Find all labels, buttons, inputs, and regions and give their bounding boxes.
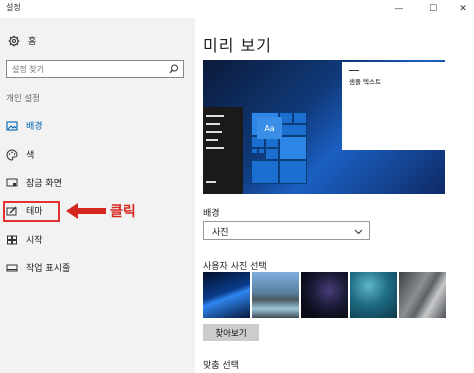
sidebar-item-label: 배경 [26, 122, 43, 132]
sidebar-item-color[interactable]: 색 [6, 148, 34, 161]
title-bar: 설정 — ☐ ✕ [0, 0, 474, 18]
home-label: 홈 [28, 37, 37, 47]
preview-window: 샘플 텍스트 [342, 62, 445, 150]
preview-tile-label: Aa [257, 117, 282, 139]
sidebar-item-label: 작업 표시줄 [26, 264, 71, 274]
sidebar-item-label: 색 [26, 151, 35, 161]
preview-start-menu [203, 107, 243, 194]
desktop-preview: Aa 샘플 텍스트 [203, 60, 445, 194]
photo-select-label: 사용자 사진 선택 [203, 262, 267, 272]
main-content: 미리 보기 Aa 샘플 텍스트 배경 사진 사용자 사진 선택 찾아보기 맞춤 … [195, 18, 474, 373]
image-icon [6, 120, 18, 131]
photo-thumbnail[interactable] [301, 272, 348, 318]
photo-thumbnail[interactable] [350, 272, 397, 318]
close-icon: ✕ [459, 4, 467, 14]
photo-thumbnail[interactable] [203, 272, 250, 318]
minimize-button[interactable]: — [384, 0, 414, 18]
background-label: 배경 [203, 209, 220, 219]
photo-thumbnails [203, 272, 446, 318]
background-dropdown[interactable]: 사진 [203, 221, 370, 240]
browse-button[interactable]: 찾아보기 [203, 324, 259, 341]
lock-screen-icon [6, 178, 18, 186]
minimize-icon: — [394, 4, 404, 14]
page-title: 미리 보기 [203, 36, 272, 55]
chevron-down-icon [354, 229, 363, 235]
sidebar-item-background[interactable]: 배경 [6, 119, 43, 132]
maximize-button[interactable]: ☐ [418, 0, 448, 18]
section-label: 개인 설정 [6, 94, 40, 104]
sidebar: 홈 개인 설정 배경 색 잠금 화면 테마 시작 작업 표시줄 클릭 [0, 18, 195, 373]
window-title: 설정 [6, 3, 21, 12]
start-grid-icon [7, 235, 17, 244]
background-dropdown-value: 사진 [212, 228, 229, 238]
sidebar-item-taskbar[interactable]: 작업 표시줄 [6, 261, 70, 274]
search-icon[interactable] [169, 64, 179, 74]
home-nav-item[interactable]: 홈 [8, 34, 36, 47]
search-input[interactable] [12, 63, 162, 75]
sidebar-item-label: 잠금 화면 [26, 179, 62, 189]
maximize-icon: ☐ [428, 4, 438, 14]
fit-select-label: 맞춤 선택 [203, 361, 239, 371]
taskbar-icon [6, 264, 18, 271]
preview-sample-text: 샘플 텍스트 [349, 78, 381, 86]
photo-thumbnail[interactable] [252, 272, 299, 318]
gear-icon [8, 35, 20, 46]
annotation-click-label: 클릭 [110, 204, 136, 220]
sidebar-item-label: 시작 [26, 236, 43, 246]
photo-thumbnail[interactable] [399, 272, 446, 318]
close-button[interactable]: ✕ [448, 0, 474, 18]
annotation-highlight-box [3, 201, 60, 222]
sidebar-item-start[interactable]: 시작 [6, 233, 43, 246]
sidebar-item-lock-screen[interactable]: 잠금 화면 [6, 176, 62, 189]
search-box[interactable] [6, 60, 184, 78]
palette-icon [6, 148, 18, 161]
annotation-arrow-icon [66, 203, 106, 219]
